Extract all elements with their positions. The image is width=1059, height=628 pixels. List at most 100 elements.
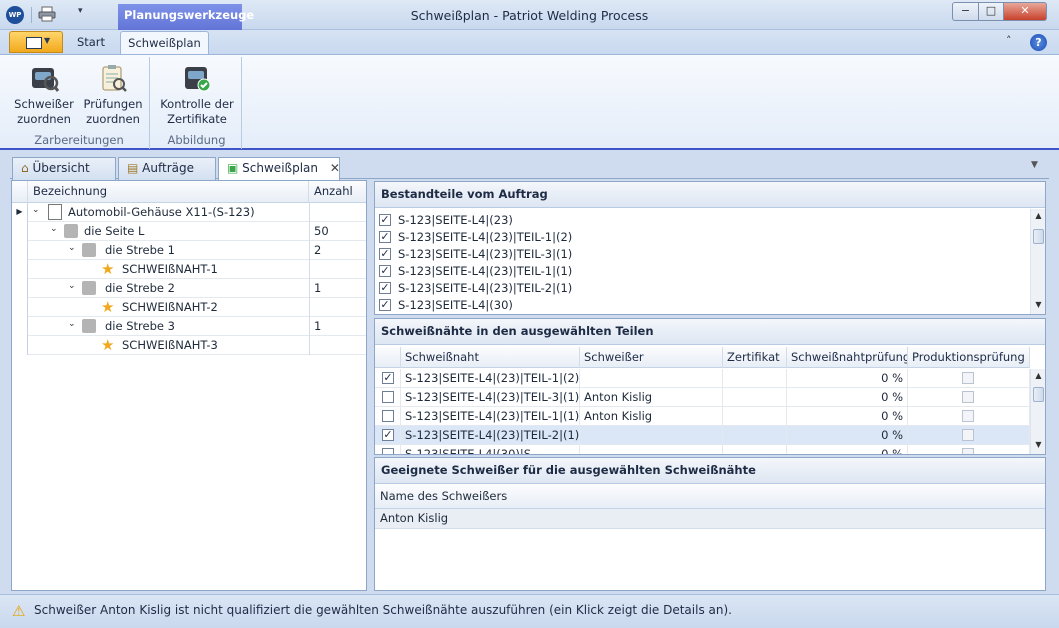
table-row[interactable]: S-123|SEITE-L4|(30)|S... 0 % <box>375 445 1030 454</box>
tab-list-dropdown-icon[interactable]: ▼ <box>1031 160 1038 170</box>
tree-row[interactable]: ⌄ die Seite L 50 <box>12 222 366 241</box>
cell-schweisser[interactable] <box>580 445 723 454</box>
cell-zertifikat <box>723 369 787 388</box>
scroll-thumb[interactable] <box>1033 387 1044 402</box>
maximize-button[interactable]: □ <box>978 2 1004 21</box>
table-row-selected[interactable]: ✓ S-123|SEITE-L4|(23)|TEIL-2|(1)|S... 0 … <box>375 426 1030 445</box>
cell-schweisser[interactable]: Anton Kislig <box>580 407 723 426</box>
assign-tests-label-1: Prüfungen <box>83 97 143 111</box>
order-tree-grid[interactable]: Bezeichnung Anzahl ▶ ⌄ Automobil-Gehäuse… <box>11 180 367 591</box>
doc-tab-auftraege[interactable]: ▤ Aufträge <box>118 157 216 180</box>
chevron-down-icon[interactable]: ⌄ <box>68 243 76 253</box>
checkbox-checked[interactable]: ✓ <box>379 248 391 260</box>
row-header <box>12 298 28 317</box>
chevron-down-icon[interactable]: ⌄ <box>50 224 58 234</box>
select-cell[interactable]: ✓ <box>375 369 401 388</box>
tree-row[interactable]: ▶ ⌄ Automobil-Gehäuse X11-(S-123) <box>12 203 366 222</box>
column-header-produktionspruefung[interactable]: Produktionsprüfung <box>908 347 1030 368</box>
select-cell[interactable] <box>375 407 401 426</box>
cell-schweisser[interactable]: Anton Kislig <box>580 388 723 407</box>
tree-row[interactable]: ★ SCHWEIßNAHT-3 <box>12 336 366 355</box>
column-header-schweissnaht[interactable]: Schweißnaht <box>401 347 580 368</box>
vertical-splitter[interactable] <box>368 180 373 591</box>
chevron-down-icon[interactable]: ⌄ <box>32 205 40 215</box>
checkbox-checked[interactable]: ✓ <box>379 299 391 311</box>
checkbox-checked[interactable]: ✓ <box>382 429 394 441</box>
chevron-down-icon[interactable]: ⌄ <box>68 319 76 329</box>
list-item-label: S-123|SEITE-L4|(30) <box>398 298 513 312</box>
row-header <box>12 260 28 279</box>
doc-tab-schweissplan[interactable]: ▣ Schweißplan ✕ <box>218 157 340 181</box>
schweissnaehte-panel: Schweißnähte in den ausgewählten Teilen … <box>374 318 1046 455</box>
document-tab-strip: ⌂ Übersicht ▤ Aufträge ▣ Schweißplan ✕ <box>10 155 1049 181</box>
assign-welder-button[interactable]: Schweißer zuordnen <box>10 59 78 129</box>
star-icon: ★ <box>101 336 115 354</box>
checkbox-unchecked[interactable] <box>382 448 394 454</box>
scroll-down-icon[interactable]: ▼ <box>1031 300 1046 309</box>
select-cell[interactable] <box>375 445 401 454</box>
tree-row-count <box>309 298 366 317</box>
tab-start[interactable]: Start <box>68 31 114 53</box>
checkbox-checked[interactable]: ✓ <box>379 282 391 294</box>
check-certificates-button[interactable]: Kontrolle der Zertifikate <box>157 59 237 129</box>
tree-row[interactable]: ★ SCHWEIßNAHT-1 <box>12 260 366 279</box>
tree-row-label: die Strebe 3 <box>105 319 175 333</box>
cell-schweisser[interactable] <box>580 426 723 445</box>
cell-schweissnaht: S-123|SEITE-L4|(30)|S... <box>401 445 580 454</box>
checkbox-checked[interactable]: ✓ <box>379 231 391 243</box>
help-icon[interactable]: ? <box>1030 34 1047 51</box>
tree-row-count <box>309 203 366 222</box>
checkbox-checked[interactable]: ✓ <box>382 372 394 384</box>
scroll-up-icon[interactable]: ▲ <box>1031 211 1046 220</box>
tree-row[interactable]: ★ SCHWEIßNAHT-2 <box>12 298 366 317</box>
column-header-schweisser[interactable]: Schweißer <box>580 347 723 368</box>
select-cell[interactable]: ✓ <box>375 426 401 445</box>
cell-zertifikat <box>723 445 787 454</box>
tree-row[interactable]: ⌄ die Strebe 2 1 <box>12 279 366 298</box>
scroll-up-icon[interactable]: ▲ <box>1031 371 1046 380</box>
column-header-name-des-schweissers[interactable]: Name des Schweißers <box>375 485 1045 509</box>
close-tab-icon[interactable]: ✕ <box>330 161 340 175</box>
weld-grid-scrollbar[interactable]: ▲ ▼ <box>1030 369 1045 454</box>
status-message[interactable]: Schweißer Anton Kislig ist nicht qualifi… <box>34 603 732 617</box>
tree-row-label: die Strebe 2 <box>105 281 175 295</box>
select-cell[interactable] <box>375 388 401 407</box>
list-item-label: S-123|SEITE-L4|(23)|TEIL-1|(1) <box>398 264 573 278</box>
column-header-zertifikat[interactable]: Zertifikat <box>723 347 787 368</box>
row-header <box>12 279 28 298</box>
table-row[interactable]: Anton Kislig <box>375 509 1045 529</box>
checkbox-unchecked[interactable] <box>382 410 394 422</box>
table-row[interactable]: S-123|SEITE-L4|(23)|TEIL-1|(1)|S... Anto… <box>375 407 1030 426</box>
tree-row[interactable]: ⌄ die Strebe 3 1 <box>12 317 366 336</box>
checkbox-checked[interactable]: ✓ <box>379 265 391 277</box>
column-header-anzahl[interactable]: Anzahl <box>309 181 366 203</box>
weld-grid-body[interactable]: ✓ S-123|SEITE-L4|(23)|TEIL-1|(2)|S... 0 … <box>375 369 1030 454</box>
checkbox-unchecked[interactable] <box>382 391 394 403</box>
bestandteile-list[interactable]: ✓ S-123|SEITE-L4|(23) ✓ S-123|SEITE-L4|(23… <box>375 209 1030 314</box>
column-header-schweissnahtpruefung[interactable]: Schweißnahtprüfung <box>787 347 908 368</box>
tree-row[interactable]: ⌄ die Strebe 1 2 <box>12 241 366 260</box>
chevron-down-icon[interactable]: ⌄ <box>68 281 76 291</box>
tab-schweissplan[interactable]: Schweißplan <box>120 31 209 55</box>
assign-tests-button[interactable]: Prüfungen zuordnen <box>80 59 146 129</box>
scroll-thumb[interactable] <box>1033 229 1044 244</box>
assign-tests-label-2: zuordnen <box>86 112 140 126</box>
application-menu-button[interactable]: ▼ <box>9 31 63 53</box>
cell-pruefung: 0 % <box>787 388 908 407</box>
doc-tab-uebersicht[interactable]: ⌂ Übersicht <box>12 157 116 180</box>
close-button[interactable]: ✕ <box>1003 2 1047 21</box>
cell-pruefung: 0 % <box>787 407 908 426</box>
chevron-down-icon: ▼ <box>44 36 51 45</box>
checkbox-checked[interactable]: ✓ <box>379 214 391 226</box>
table-row[interactable]: ✓ S-123|SEITE-L4|(23)|TEIL-1|(2)|S... 0 … <box>375 369 1030 388</box>
column-header-bezeichnung[interactable]: Bezeichnung <box>28 181 309 203</box>
collapse-ribbon-icon[interactable]: ˄ <box>1006 34 1012 47</box>
row-header <box>12 241 28 260</box>
minimize-button[interactable]: − <box>952 2 979 21</box>
table-row[interactable]: S-123|SEITE-L4|(23)|TEIL-3|(1)|S... Anto… <box>375 388 1030 407</box>
status-bar[interactable]: ⚠ Schweißer Anton Kislig ist nicht quali… <box>0 594 1059 628</box>
cell-schweisser[interactable] <box>580 369 723 388</box>
scroll-down-icon[interactable]: ▼ <box>1031 440 1046 449</box>
column-header-select <box>375 347 401 368</box>
bestandteile-scrollbar[interactable]: ▲ ▼ <box>1030 209 1045 314</box>
